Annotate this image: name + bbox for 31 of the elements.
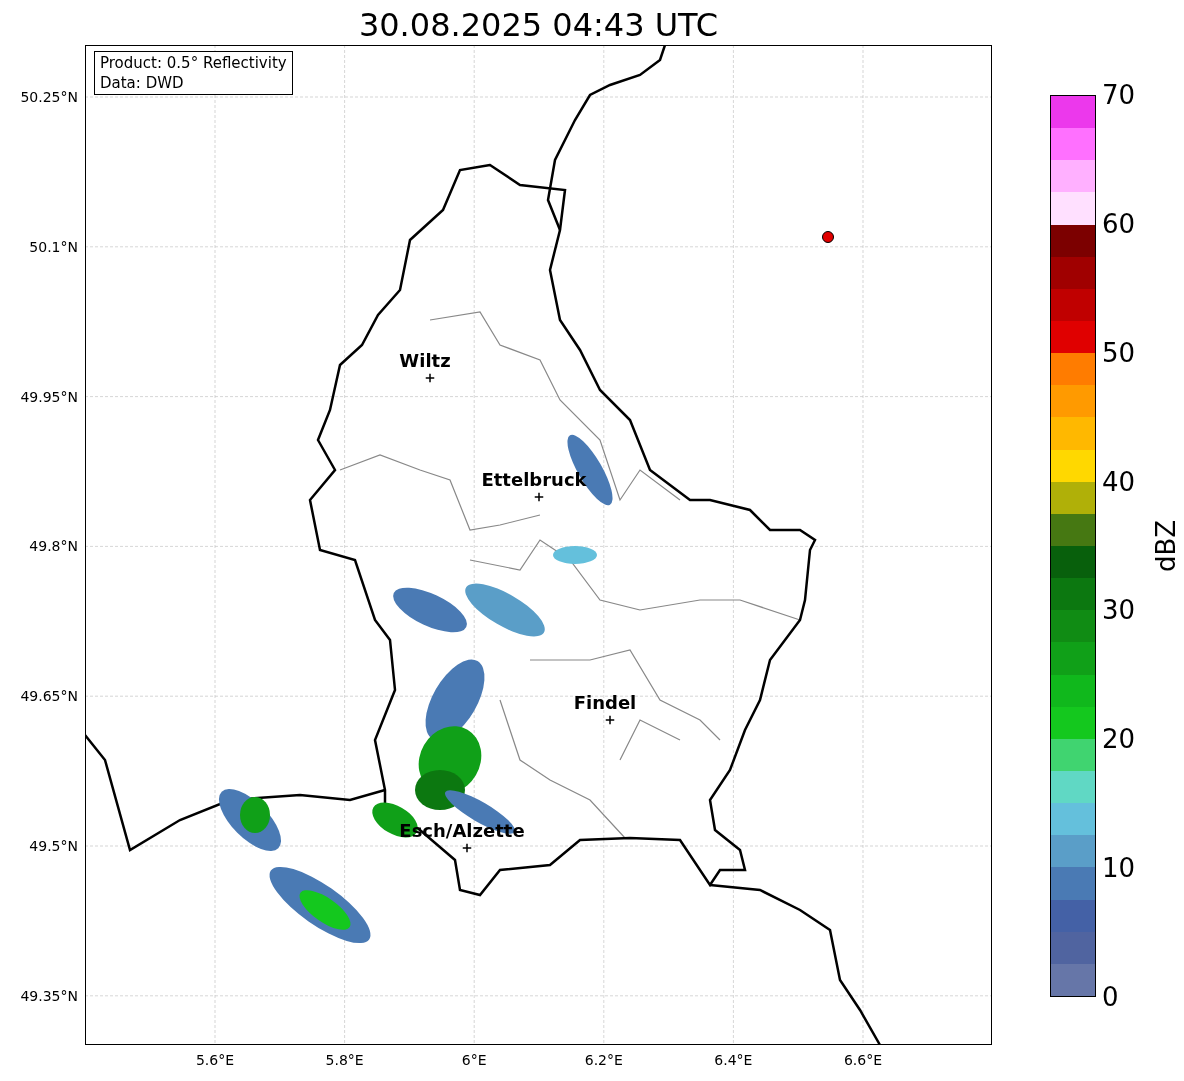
latitude-label: 49.65°N bbox=[20, 687, 78, 706]
colorbar-tick-label: 30 bbox=[1102, 595, 1136, 626]
city-label: Wiltz bbox=[399, 351, 451, 371]
longitude-label: 5.6°E bbox=[195, 1051, 235, 1069]
city-marker-icon bbox=[605, 715, 615, 725]
longitude-label: 6.4°E bbox=[714, 1051, 753, 1069]
colorbar-tick-label: 70 bbox=[1102, 80, 1136, 110]
info-text: Data: DWD bbox=[100, 73, 185, 93]
latitude-label: 49.95°N bbox=[20, 387, 78, 406]
colorbar-tick-label: 60 bbox=[1102, 208, 1136, 239]
city-marker-icon bbox=[462, 843, 472, 853]
city-marker-icon bbox=[425, 373, 435, 383]
latitude-label: 50.25°N bbox=[20, 88, 78, 106]
latitude-label: 49.35°N bbox=[20, 986, 78, 1005]
longitude-label: 6.6°E bbox=[843, 1051, 883, 1069]
colorbar-tick-label: 0 bbox=[1102, 982, 1119, 1012]
latitude-label: 49.5°N bbox=[29, 837, 78, 855]
longitude-label: 5.8°E bbox=[325, 1051, 364, 1069]
colorbar-tick-label: 10 bbox=[1102, 853, 1136, 884]
info-text: Product: 0.5° Reflectivity bbox=[100, 53, 287, 73]
longitude-label: 6°E bbox=[461, 1051, 487, 1069]
colorbar-tick-label: 20 bbox=[1102, 724, 1136, 755]
latitude-label: 49.8°N bbox=[29, 537, 78, 556]
chart-title: 30.08.2025 04:43 UTC bbox=[358, 5, 719, 45]
colorbar-label: dBZ bbox=[1151, 519, 1182, 573]
longitude-label: 6.2°E bbox=[584, 1051, 623, 1069]
city-marker-icon bbox=[534, 492, 544, 502]
latitude-label: 50.1°N bbox=[29, 237, 78, 256]
city-label: Findel bbox=[573, 693, 637, 713]
colorbar-tick-label: 50 bbox=[1102, 337, 1136, 368]
colorbar-tick-label: 40 bbox=[1102, 466, 1136, 497]
